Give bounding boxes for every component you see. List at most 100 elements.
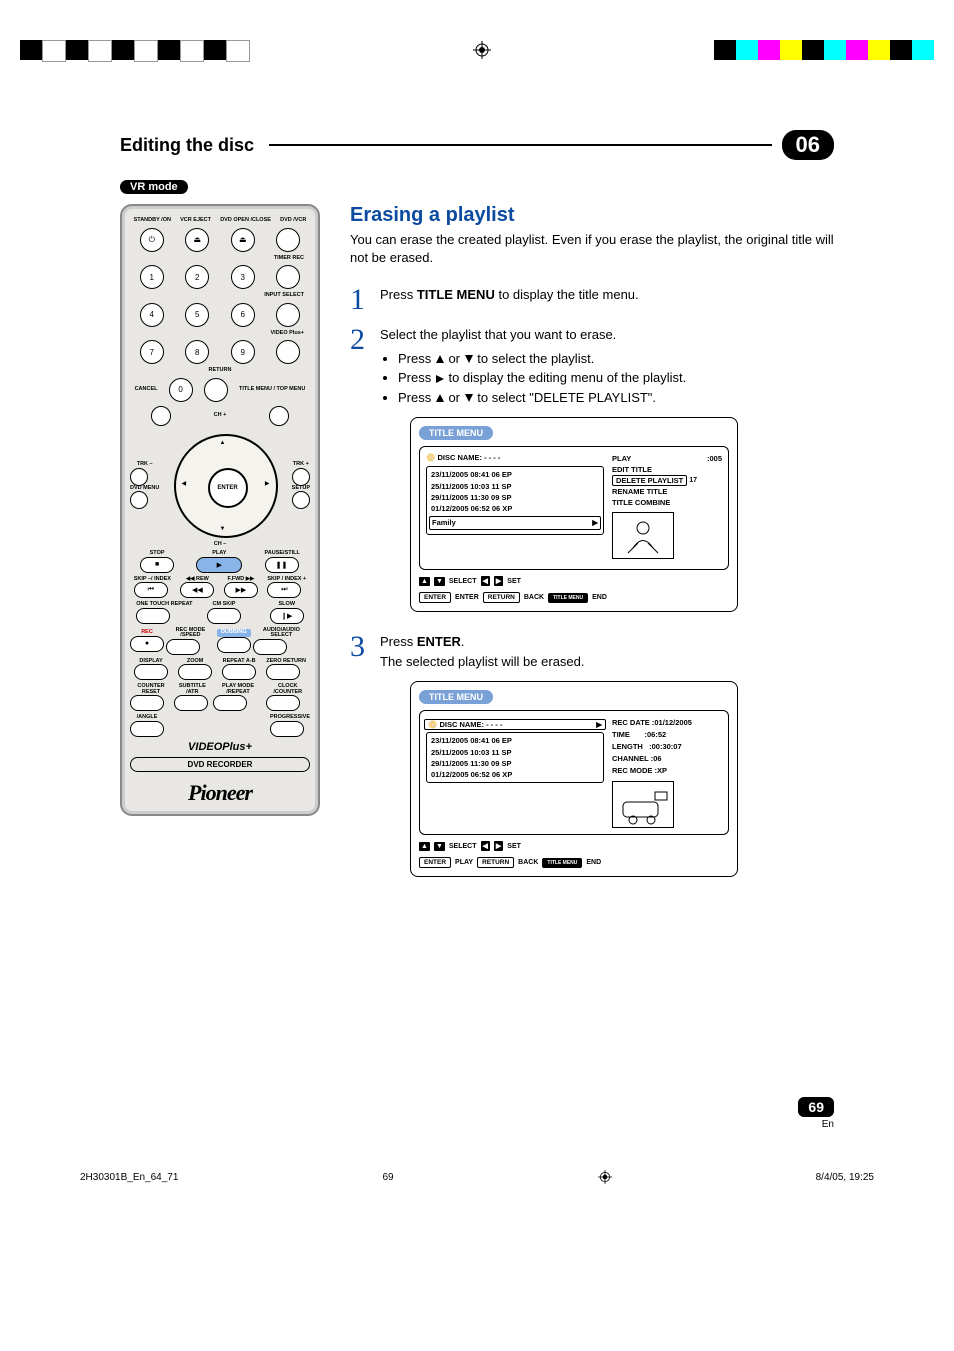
dvd-menu-button[interactable] bbox=[130, 491, 148, 509]
osd-btn-title-menu: TITLE MENU bbox=[542, 858, 582, 868]
cancel-label: CANCEL bbox=[135, 387, 158, 393]
step2-text: Select the playlist that you want to era… bbox=[380, 327, 616, 342]
osd-menu-edit: EDIT TITLE bbox=[612, 464, 722, 475]
osd-title-menu-1: TITLE MENU 📀 DISC NAME: - - - - 23/11/20… bbox=[410, 417, 738, 612]
dvd-open-button[interactable]: ⏏ bbox=[231, 228, 255, 252]
rec-button[interactable]: ● bbox=[130, 636, 164, 652]
osd-nav-set: SET bbox=[507, 843, 521, 850]
skip-next-button[interactable]: ⏭ bbox=[267, 582, 301, 598]
digit-0-button[interactable]: 0 bbox=[169, 378, 193, 402]
trk-minus-button[interactable] bbox=[130, 468, 148, 486]
ch-minus-label: CH – bbox=[130, 542, 310, 548]
digit-9-button[interactable]: 9 bbox=[231, 340, 255, 364]
osd-nav-select: SELECT bbox=[449, 843, 477, 850]
cancel-button[interactable] bbox=[151, 406, 171, 426]
osd-btn-enter: ENTER bbox=[419, 857, 451, 868]
digit-6-button[interactable]: 6 bbox=[231, 303, 255, 327]
pause-label: PAUSE/STILL bbox=[265, 551, 300, 557]
section-intro: You can erase the created playlist. Even… bbox=[350, 231, 834, 267]
play-button[interactable]: ▶ bbox=[196, 557, 242, 573]
step-2: 2 Select the playlist that you want to e… bbox=[350, 325, 834, 407]
direction-pad[interactable]: ▲ ▼ ◀ ▶ ENTER bbox=[174, 434, 278, 538]
dubbing-button[interactable] bbox=[217, 637, 251, 653]
cm-skip-button[interactable] bbox=[207, 608, 241, 624]
slow-button[interactable]: ❙▶ bbox=[270, 608, 304, 624]
repeat-ab-button[interactable] bbox=[222, 664, 256, 680]
play-mode-button[interactable] bbox=[213, 695, 247, 711]
dvd-vcr-button[interactable] bbox=[276, 228, 300, 252]
return-button[interactable] bbox=[204, 378, 228, 402]
osd-menu-rename: RENAME TITLE bbox=[612, 486, 722, 497]
progressive-button[interactable] bbox=[270, 721, 304, 737]
input-select-button[interactable] bbox=[276, 303, 300, 327]
print-registration-top bbox=[0, 0, 954, 70]
vcr-eject-button[interactable]: ⏏ bbox=[185, 228, 209, 252]
dvd-open-label: DVD OPEN /CLOSE bbox=[220, 218, 271, 224]
registration-mark-icon bbox=[473, 41, 491, 59]
timer-rec-button[interactable] bbox=[276, 265, 300, 289]
counter-button[interactable] bbox=[130, 695, 164, 711]
digit-8-button[interactable]: 8 bbox=[185, 340, 209, 364]
page-number-badge: 69 bbox=[798, 1097, 834, 1117]
one-touch-button[interactable] bbox=[136, 608, 170, 624]
trk-plus-button[interactable] bbox=[292, 468, 310, 486]
setup-label: SETUP bbox=[292, 486, 310, 492]
clock-button[interactable] bbox=[266, 695, 300, 711]
step3-text2: The selected playlist will be erased. bbox=[380, 654, 585, 669]
title-menu-button[interactable] bbox=[269, 406, 289, 426]
dvd-vcr-label: DVD /VCR bbox=[280, 218, 306, 224]
clock-label: CLOCK /COUNTER bbox=[266, 684, 311, 695]
zero-return-button[interactable] bbox=[266, 664, 300, 680]
osd-list-row: 23/11/2005 08:41 06 EP bbox=[431, 735, 599, 746]
digit-3-button[interactable]: 3 bbox=[231, 265, 255, 289]
digit-4-button[interactable]: 4 bbox=[140, 303, 164, 327]
enter-button[interactable]: ENTER bbox=[208, 468, 248, 508]
down-key-icon: ▼ bbox=[434, 842, 445, 851]
skip-prev-button[interactable]: ⏮ bbox=[134, 582, 168, 598]
rewind-button[interactable]: ◀◀ bbox=[180, 582, 214, 598]
zero-return-label: ZERO RETURN bbox=[266, 659, 306, 665]
pause-button[interactable]: ❚❚ bbox=[265, 557, 299, 573]
osd-thumbnail bbox=[612, 781, 674, 828]
standby-button[interactable]: ⏻ bbox=[140, 228, 164, 252]
step1-text-bold: TITLE MENU bbox=[417, 287, 495, 302]
osd-list-row: 29/11/2005 11:30 09 SP bbox=[431, 758, 599, 769]
stop-button[interactable]: ■ bbox=[140, 557, 174, 573]
skip-minus-label: SKIP –/ INDEX bbox=[134, 577, 171, 583]
stop-label: STOP bbox=[140, 551, 174, 557]
digit-5-button[interactable]: 5 bbox=[185, 303, 209, 327]
osd-num-17: 17 bbox=[689, 477, 697, 484]
zoom-button[interactable] bbox=[178, 664, 212, 680]
angle-button[interactable] bbox=[130, 721, 164, 737]
display-button[interactable] bbox=[134, 664, 168, 680]
up-arrow-icon bbox=[435, 354, 445, 364]
down-arrow-icon bbox=[464, 354, 474, 364]
step2-bullet-2: Press to display the editing menu of the… bbox=[398, 368, 834, 388]
videoplus-button[interactable] bbox=[276, 340, 300, 364]
digit-7-button[interactable]: 7 bbox=[140, 340, 164, 364]
return-label: RETURN bbox=[130, 368, 310, 374]
step2-bullet-3: Press or to select "DELETE PLAYLIST". bbox=[398, 388, 834, 408]
footer-page: 69 bbox=[382, 1172, 393, 1183]
vcr-eject-label: VCR EJECT bbox=[180, 218, 211, 224]
footer-timestamp: 8/4/05, 19:25 bbox=[816, 1172, 874, 1183]
osd-menu-play: PLAY bbox=[612, 453, 631, 464]
osd-nav-row: ▲▼ SELECT ◀▶ SET bbox=[419, 841, 729, 851]
digit-1-button[interactable]: 1 bbox=[140, 265, 164, 289]
up-key-icon: ▲ bbox=[419, 842, 430, 851]
audio-button[interactable] bbox=[253, 639, 287, 655]
digit-2-button[interactable]: 2 bbox=[185, 265, 209, 289]
osd-button-row: ENTER PLAY RETURN BACK TITLE MENU END bbox=[419, 857, 729, 868]
setup-button[interactable] bbox=[292, 491, 310, 509]
osd-tab: TITLE MENU bbox=[419, 426, 493, 440]
repeat-ab-label: REPEAT A-B bbox=[222, 659, 256, 665]
step-number: 2 bbox=[350, 325, 370, 355]
osd-list-row: 01/12/2005 06:52 06 XP bbox=[431, 769, 599, 780]
ffwd-button[interactable]: ▶▶ bbox=[224, 582, 258, 598]
title-menu-label: TITLE MENU / TOP MENU bbox=[239, 387, 305, 393]
rec-mode-button[interactable] bbox=[166, 639, 200, 655]
osd-title-list: 23/11/2005 08:41 06 EP 25/11/2005 10:03 … bbox=[426, 732, 604, 783]
osd-title-menu-2: TITLE MENU 📀 DISC NAME: - - - -▶ 23/11/2… bbox=[410, 681, 738, 877]
subtitle-button[interactable] bbox=[174, 695, 208, 711]
ffwd-label: F.FWD ▶▶ bbox=[224, 577, 258, 583]
